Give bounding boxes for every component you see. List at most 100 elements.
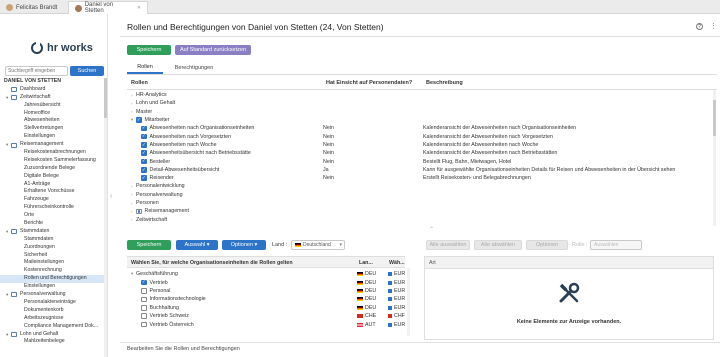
role-checkbox[interactable]: [141, 125, 147, 132]
unit-row[interactable]: Vertrieb DEU EUR: [127, 278, 405, 286]
role-row[interactable]: › HR-Analytics: [127, 91, 712, 99]
role-row[interactable]: › Personalentwicklung: [127, 182, 712, 190]
sidebar-item[interactable]: Orte: [0, 212, 104, 220]
sidebar-item[interactable]: Berichte: [0, 220, 104, 228]
sidebar-item[interactable]: Stellvertretungen: [0, 125, 104, 133]
sidebar-item[interactable]: Erhaltene Vorschüsse: [0, 188, 104, 196]
role-row[interactable]: Abwesenheiten nach Organisationseinheite…: [127, 124, 712, 132]
tab-daniel-von-stetten[interactable]: Daniel von Stetten ✕: [68, 1, 148, 14]
unit-checkbox[interactable]: [141, 279, 147, 286]
chevron-down-icon[interactable]: ▾: [6, 291, 10, 299]
unit-checkbox[interactable]: [141, 288, 147, 294]
more-options-icon[interactable]: ⋮: [710, 22, 717, 30]
unit-checkbox[interactable]: [141, 296, 147, 303]
sidebar-item[interactable]: ▾ Stammdaten: [0, 228, 104, 236]
sidebar-item[interactable]: Compliance Management Dok...: [0, 323, 104, 331]
role-checkbox[interactable]: [141, 175, 147, 181]
sidebar-item[interactable]: Sicherheit: [0, 252, 104, 260]
auswahl-button[interactable]: Auswahl ▾: [176, 240, 218, 250]
sidebar-item[interactable]: Zuzuordnende Belege: [0, 165, 104, 173]
sidebar-item[interactable]: A1-Anträge: [0, 181, 104, 189]
search-button[interactable]: Suchen: [70, 66, 104, 76]
unit-row[interactable]: Vertrieb Schweiz CHE CHF: [127, 312, 405, 320]
sidebar-item[interactable]: Reisekostenabrechnungen: [0, 149, 104, 157]
sidebar-user-name[interactable]: DANIEL VON STETTEN: [0, 78, 104, 86]
unit-row[interactable]: Buchhaltung DEU EUR: [127, 304, 405, 312]
role-row[interactable]: › Master: [127, 108, 712, 116]
sidebar-item[interactable]: ▾ Reisemanagement: [0, 141, 104, 149]
unit-row[interactable]: Informationstechnologie DEU EUR: [127, 295, 405, 303]
role-row[interactable]: Besteller Nein Bestellt Flug, Bahn, Mietwa…: [127, 157, 712, 165]
sidebar-item[interactable]: Dashboard: [0, 86, 104, 94]
sidebar-item[interactable]: Kostenrechnung: [0, 267, 104, 275]
role-row[interactable]: Reisender Nein Erstellt Reisekosten- und B…: [127, 174, 712, 182]
sidebar-item[interactable]: Einstellungen: [0, 133, 104, 141]
sidebar-item[interactable]: Jahresübersicht: [0, 102, 104, 110]
sidebar-item[interactable]: Rollen und Berechtigungen: [0, 275, 104, 284]
sidebar-item[interactable]: Abwesenheiten: [0, 117, 104, 125]
save-units-button[interactable]: Speichern: [127, 240, 171, 250]
role-checkbox[interactable]: [141, 158, 147, 165]
deselect-all-button[interactable]: Alle abwählen: [474, 240, 522, 250]
role-row[interactable]: ▾Mitarbeiter: [127, 116, 712, 124]
sidebar-item[interactable]: Mahlzeitenbelege: [0, 338, 104, 346]
sidebar-item[interactable]: Zuordnungen: [0, 244, 104, 252]
sidebar-item[interactable]: ▾ Lohn und Gehalt: [0, 331, 104, 339]
role-checkbox[interactable]: [136, 208, 142, 215]
sidebar-item[interactable]: Einstellungen: [0, 283, 104, 291]
sidebar-item[interactable]: Personalakteneinträge: [0, 299, 104, 307]
role-checkbox[interactable]: [141, 142, 147, 148]
roles-scrollbar[interactable]: [713, 90, 716, 226]
role-row[interactable]: › Zeitwirtschaft: [127, 216, 712, 224]
tab-felicitas-brandt[interactable]: Felicitas Brandt: [0, 1, 66, 14]
role-checkbox[interactable]: [141, 150, 147, 156]
sidebar-item[interactable]: Homeoffice: [0, 110, 104, 118]
role-checkbox[interactable]: [141, 133, 147, 140]
sidebar-item[interactable]: ▾ Personalverwaltung: [0, 291, 104, 299]
chevron-up-icon[interactable]: ⌃: [429, 226, 434, 233]
role-row[interactable]: › Lohn und Gehalt: [127, 99, 712, 107]
sidebar-item[interactable]: Dokumentenkorb: [0, 307, 104, 315]
select-all-button[interactable]: Alle auswählen: [426, 240, 470, 250]
scrollbar-thumb[interactable]: [104, 78, 107, 118]
unit-checkbox[interactable]: [141, 321, 147, 328]
land-select[interactable]: Deutschland ▾: [291, 240, 345, 250]
unit-row[interactable]: ▾ Geschäftsführung DEU EUR: [127, 270, 405, 278]
optionen-button[interactable]: Optionen ▾: [222, 240, 266, 250]
help-icon[interactable]: ?: [696, 23, 703, 30]
right-options-button[interactable]: Optionen: [526, 240, 568, 250]
sidebar-item[interactable]: Arbeitszeugnisse: [0, 315, 104, 323]
role-row[interactable]: › Personen: [127, 199, 712, 207]
tab-rollen[interactable]: Rollen: [127, 62, 163, 74]
save-button[interactable]: Speichern: [127, 45, 171, 55]
units-scrollbar[interactable]: [407, 268, 410, 336]
sidebar-item[interactable]: Fahrzeuge: [0, 196, 104, 204]
sidebar-item[interactable]: Stammdaten: [0, 236, 104, 244]
tab-berechtigungen[interactable]: Berechtigungen: [166, 62, 222, 74]
chevron-down-icon[interactable]: ▾: [6, 141, 10, 149]
role-checkbox[interactable]: [136, 117, 142, 123]
sidebar-item[interactable]: Reisekosten Sammelerfassung: [0, 157, 104, 165]
role-row[interactable]: Abwesenheiten nach Vorgesetzten Nein Kalen…: [127, 133, 712, 141]
unit-row[interactable]: Personal DEU EUR: [127, 287, 405, 295]
chevron-down-icon[interactable]: ▾: [6, 228, 10, 236]
role-checkbox[interactable]: [141, 167, 147, 173]
chevron-down-icon[interactable]: ▾: [6, 94, 10, 102]
unit-checkbox[interactable]: [141, 305, 147, 311]
reset-default-button[interactable]: Auf Standard zurücksetzen: [175, 45, 251, 55]
rolle-select[interactable]: Auswählen: [590, 240, 642, 250]
sidebar-item[interactable]: Maileinstellungen: [0, 259, 104, 267]
sidebar-item[interactable]: Führerscheinkontrolle: [0, 204, 104, 212]
role-row[interactable]: Abwesenheiten nach Woche Nein Kalenderansi…: [127, 141, 712, 149]
close-icon[interactable]: ✕: [137, 5, 141, 11]
sidebar-scrollbar[interactable]: [104, 78, 107, 357]
search-input[interactable]: [5, 66, 68, 76]
role-row[interactable]: Abwesenheitsübersicht nach Betriebsstätt…: [127, 149, 712, 157]
collapse-sidebar-icon[interactable]: ‹: [110, 193, 112, 200]
role-row[interactable]: Detail-Abwesenheitsübersicht Ja Kann für a…: [127, 166, 712, 174]
sidebar-item[interactable]: Digitale Belege: [0, 173, 104, 181]
scrollbar-thumb[interactable]: [713, 100, 716, 136]
unit-row[interactable]: Vertrieb Österreich AUT EUR: [127, 320, 405, 328]
role-row[interactable]: › Reisemanagement: [127, 207, 712, 215]
chevron-down-icon[interactable]: ▾: [6, 331, 10, 339]
